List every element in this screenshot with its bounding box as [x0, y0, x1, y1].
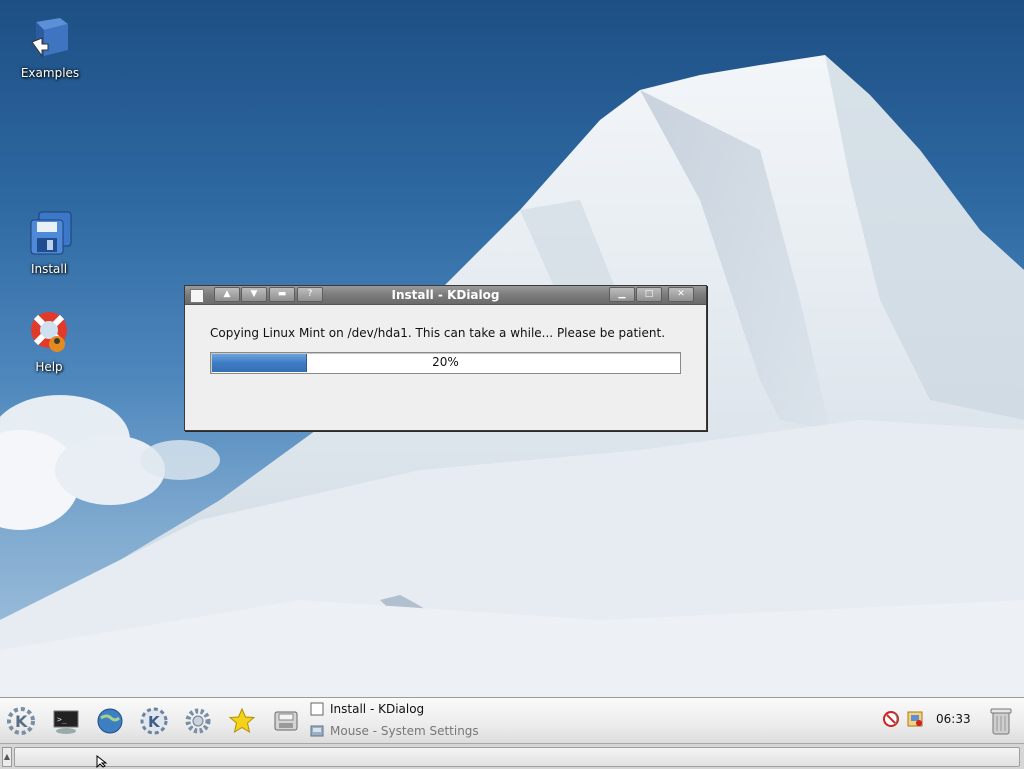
- svg-text:K: K: [15, 712, 28, 731]
- browser-globe-icon: [97, 708, 123, 734]
- terminal-icon: >_: [53, 710, 79, 734]
- progress-percent: 20%: [432, 355, 459, 369]
- desktop-icon-examples[interactable]: Examples: [10, 14, 90, 80]
- bottom-scroll-bar: ▲: [0, 743, 1024, 769]
- svg-text:K: K: [148, 713, 161, 731]
- audio-mute-icon[interactable]: [882, 710, 900, 728]
- taskbar-item-mouse-settings[interactable]: Mouse - System Settings: [310, 721, 479, 741]
- close-button[interactable]: ✕: [668, 287, 694, 302]
- save-launcher[interactable]: [271, 706, 301, 736]
- horizontal-scrollbar[interactable]: [14, 747, 1020, 767]
- trash-can-icon[interactable]: [988, 706, 1014, 736]
- konqueror-launcher[interactable]: K: [139, 706, 169, 736]
- kde-menu-button[interactable]: K: [6, 706, 36, 736]
- floppy-save-icon: [274, 711, 298, 731]
- window-titlebar[interactable]: ▲ ▼ ▬ ? Install - KDialog ▁ □ ✕: [185, 286, 706, 305]
- system-settings-icon: [310, 725, 324, 737]
- desktop-icon-help[interactable]: Help: [9, 308, 89, 374]
- favorites-launcher[interactable]: [227, 706, 257, 736]
- minimize-button[interactable]: ▁: [609, 287, 635, 302]
- browser-launcher[interactable]: [95, 706, 125, 736]
- install-progress-bar: 20%: [210, 352, 681, 374]
- document-window-icon: [310, 702, 324, 716]
- book-shortcut-icon: [31, 18, 68, 58]
- task-label: Mouse - System Settings: [330, 724, 479, 738]
- taskbar-item-install-kdialog[interactable]: Install - KDialog: [310, 699, 424, 719]
- dialog-body: Copying Linux Mint on /dev/hda1. This ca…: [185, 305, 706, 430]
- svg-text:>_: >_: [57, 715, 67, 724]
- favorites-star-icon: [228, 707, 256, 734]
- desktop-icon-install[interactable]: Install: [9, 210, 89, 276]
- progress-message: Copying Linux Mint on /dev/hda1. This ca…: [210, 326, 666, 340]
- kde-panel: K >_ K Install - KDialog Mouse - System …: [0, 697, 1024, 744]
- settings-gear-icon: [185, 708, 211, 734]
- mouse-pointer-icon: [96, 755, 108, 768]
- terminal-launcher[interactable]: >_: [51, 706, 81, 736]
- clock[interactable]: 06:33: [936, 712, 971, 726]
- konqueror-icon: K: [140, 707, 168, 735]
- settings-launcher[interactable]: [183, 706, 213, 736]
- kde-menu-icon: K: [7, 707, 35, 735]
- scroll-left-arrow[interactable]: ▲: [2, 747, 12, 767]
- lifebuoy-icon: [31, 312, 67, 352]
- network-card-icon[interactable]: [906, 710, 924, 728]
- maximize-button[interactable]: □: [636, 287, 662, 302]
- floppy-disk-icon: [30, 211, 72, 255]
- install-kdialog-window: ▲ ▼ ▬ ? Install - KDialog ▁ □ ✕ Copying …: [184, 285, 707, 431]
- task-label: Install - KDialog: [330, 702, 425, 716]
